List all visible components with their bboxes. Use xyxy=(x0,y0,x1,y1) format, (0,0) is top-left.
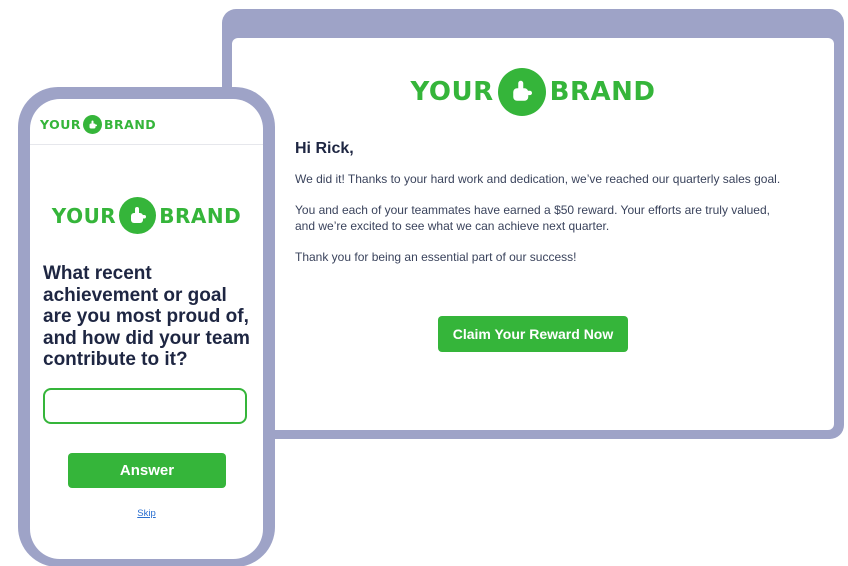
brand-logo-left: YOUR xyxy=(51,203,117,228)
email-paragraph: You and each of your teammates have earn… xyxy=(295,202,770,234)
email-greeting: Hi Rick, xyxy=(295,140,354,157)
email-body: Hi Rick, We did it! Thanks to your hard … xyxy=(295,140,785,279)
desktop-device-frame: YOUR BRAND Hi Rick, We did it! Thanks to… xyxy=(222,9,844,439)
header-brand-logo: YOUR BRAND xyxy=(40,115,263,134)
brand-logo-right: BRAND xyxy=(159,203,242,228)
answer-button[interactable]: Answer xyxy=(68,453,226,488)
claim-reward-button[interactable]: Claim Your Reward Now xyxy=(438,316,628,352)
email-preview: YOUR BRAND Hi Rick, We did it! Thanks to… xyxy=(232,38,834,430)
phone-screen: YOUR BRAND YOUR BRAND What recent achiev… xyxy=(30,99,263,559)
brand-logo-right: BRAND xyxy=(104,117,157,132)
pointing-hand-icon xyxy=(119,197,157,234)
survey-question: What recent achievement or goal are you … xyxy=(43,263,250,370)
skip-link[interactable]: Skip xyxy=(30,508,263,519)
phone-device-frame: YOUR BRAND YOUR BRAND What recent achiev… xyxy=(18,87,275,566)
pointing-hand-icon xyxy=(497,68,546,116)
pointing-hand-icon xyxy=(83,115,103,134)
phone-header: YOUR BRAND xyxy=(30,99,263,145)
brand-logo-left: YOUR xyxy=(40,117,82,132)
answer-input[interactable] xyxy=(43,388,247,424)
email-paragraph: We did it! Thanks to your hard work and … xyxy=(295,172,781,186)
brand-logo-left: YOUR xyxy=(410,77,494,107)
email-paragraph: Thank you for being an essential part of… xyxy=(295,249,577,264)
brand-logo-right: BRAND xyxy=(549,77,656,107)
brand-logo: YOUR BRAND xyxy=(232,68,834,116)
brand-logo: YOUR BRAND xyxy=(30,197,263,234)
